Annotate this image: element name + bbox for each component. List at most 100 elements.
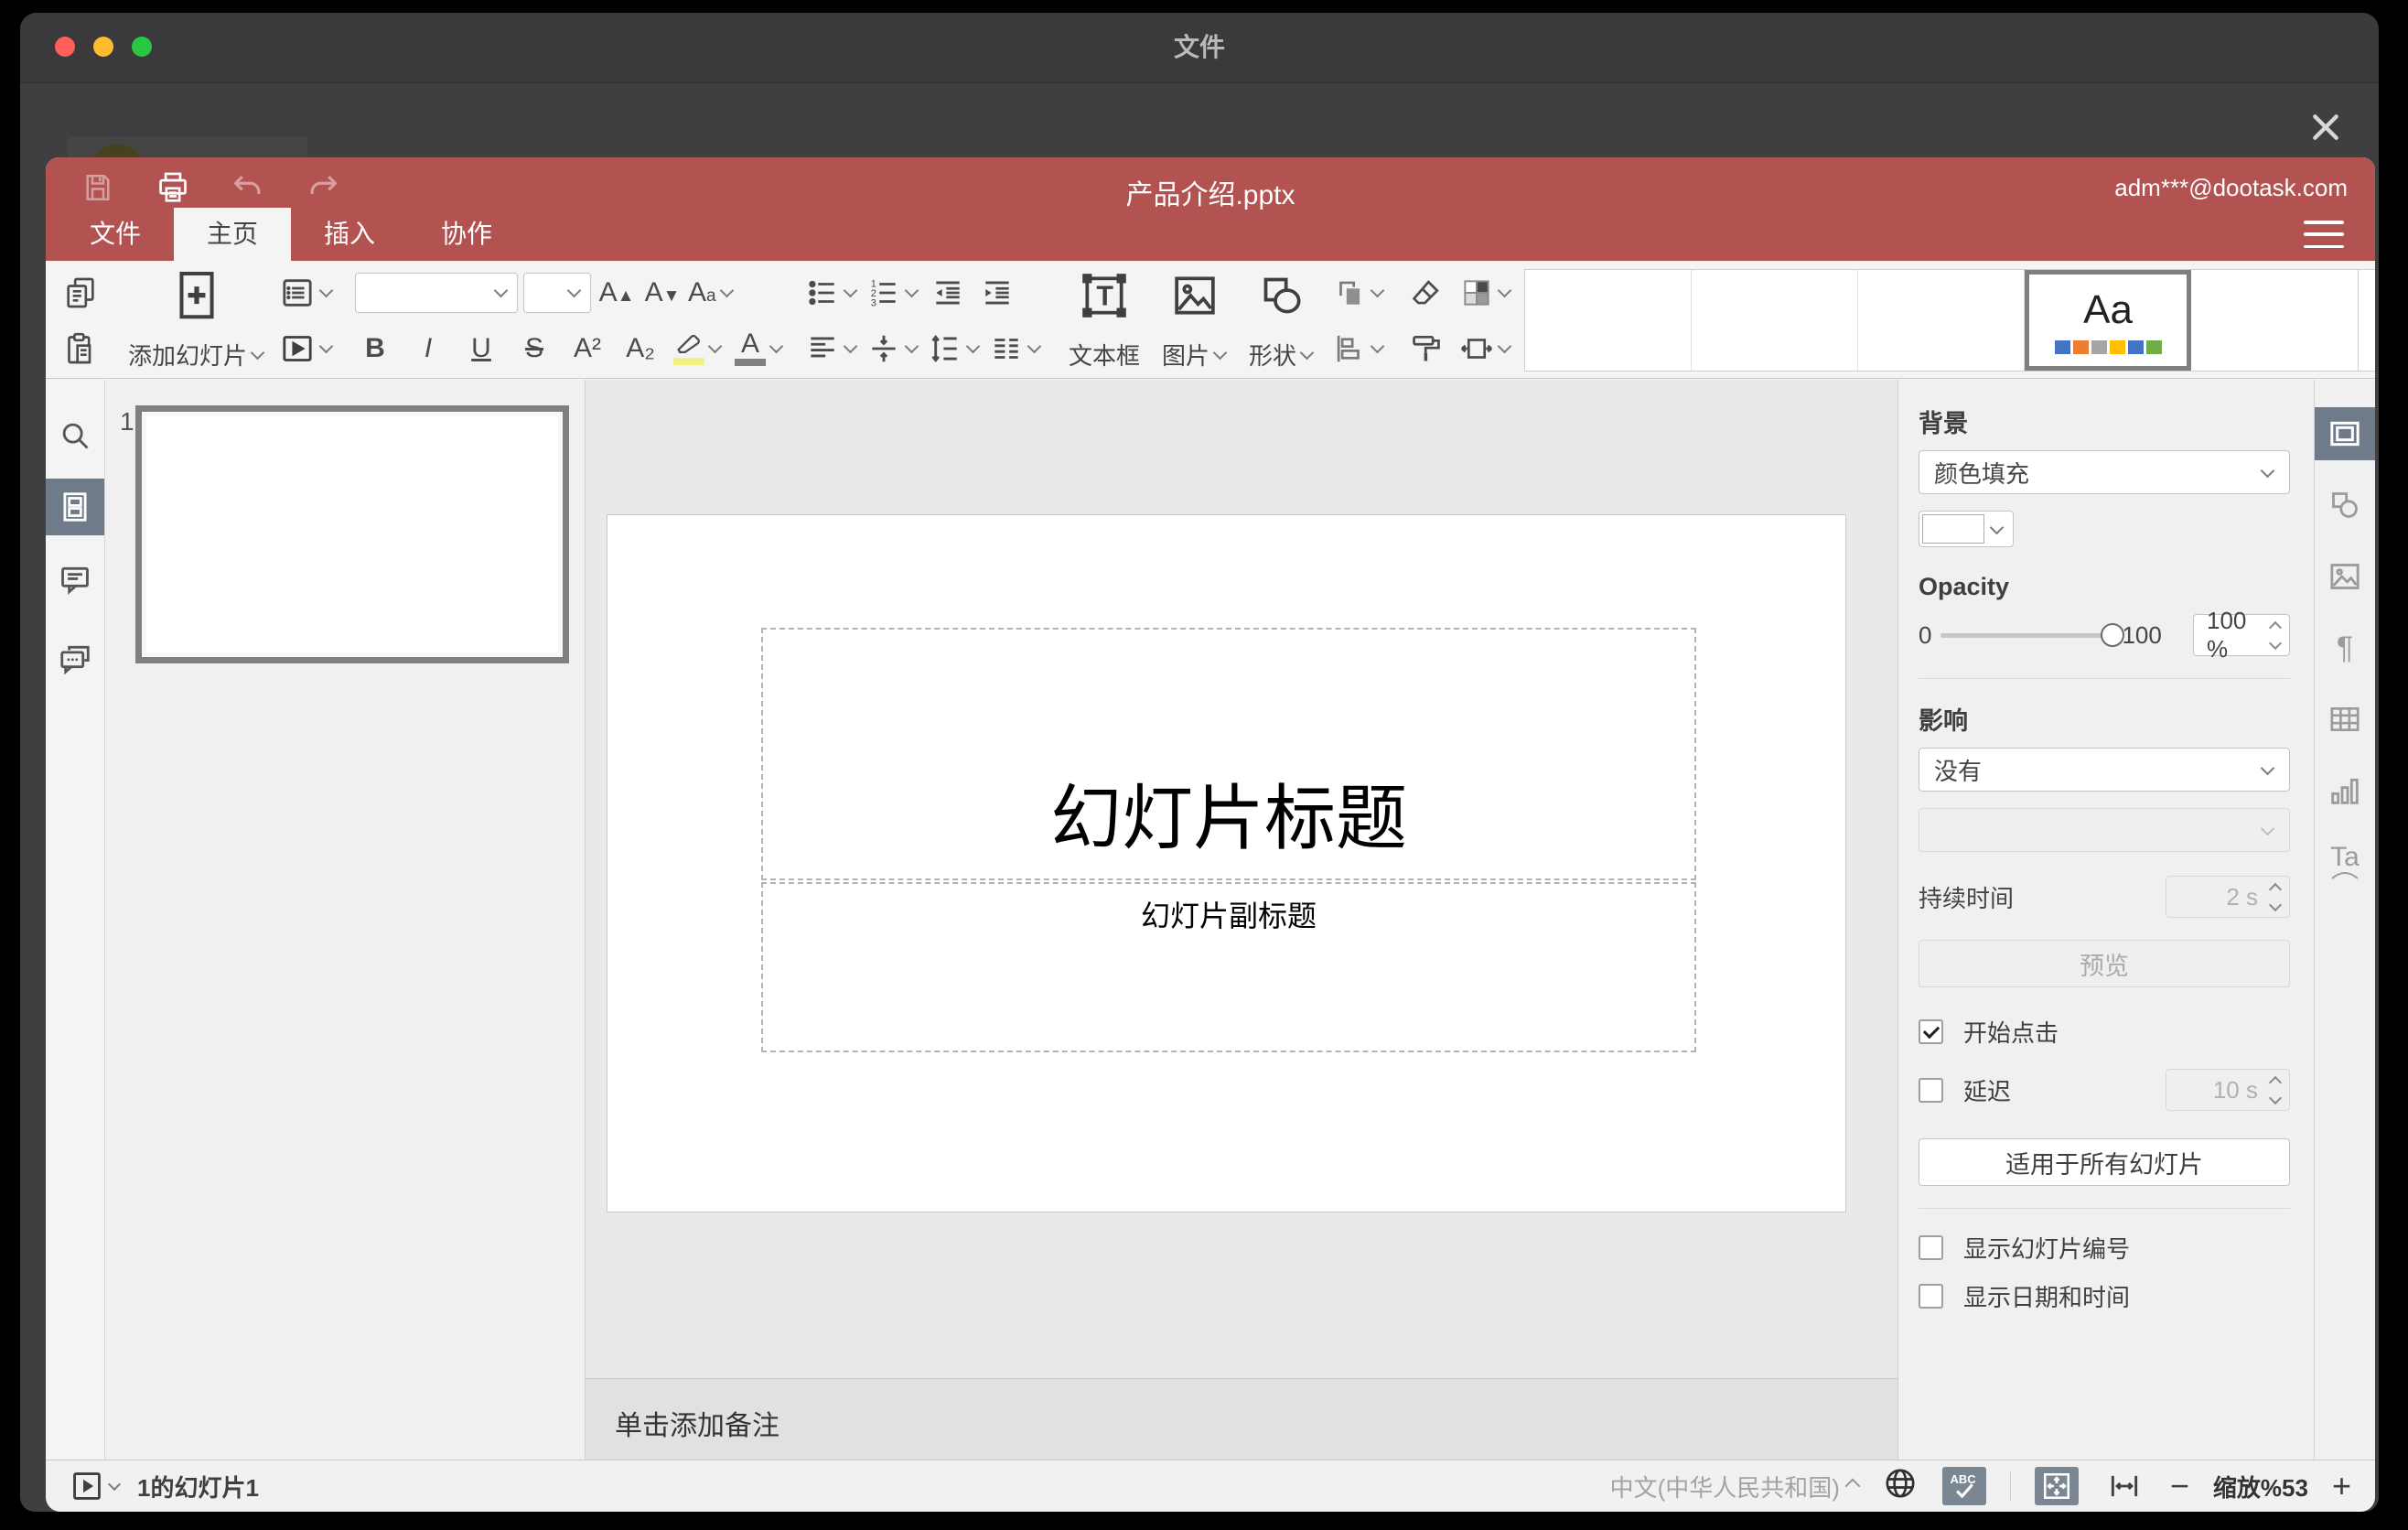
chevron-down-icon (1027, 339, 1042, 354)
columns-button[interactable] (989, 327, 1042, 371)
increase-font-button[interactable]: A▲ (597, 271, 637, 315)
insert-image-button[interactable]: 图片 (1156, 267, 1232, 373)
opacity-slider-handle[interactable] (2101, 622, 2125, 647)
paragraph-icon: ¶ (2336, 630, 2354, 665)
spinner-arrows-icon[interactable] (2268, 620, 2283, 650)
tab-home[interactable]: 主页 (174, 208, 292, 261)
show-slide-number-checkbox[interactable] (1919, 1235, 1943, 1260)
bullets-button[interactable] (805, 271, 858, 315)
effect-label: 影响 (1919, 707, 1968, 735)
add-slide-button[interactable]: 添加幻灯片 (123, 267, 270, 373)
chart-settings-button[interactable] (2315, 764, 2375, 817)
increase-indent-button[interactable] (977, 271, 1017, 315)
table-settings-button[interactable] (2315, 693, 2375, 746)
bullet-list-icon (809, 280, 834, 305)
fit-to-slide-button[interactable] (2034, 1467, 2079, 1505)
change-case-button[interactable]: Aa (688, 271, 734, 315)
opacity-spinner[interactable]: 100 % (2193, 607, 2290, 663)
theme-option-3[interactable] (1858, 270, 2026, 371)
start-slideshow-button[interactable] (279, 327, 334, 371)
decrease-indent-button[interactable] (928, 271, 968, 315)
slide[interactable]: 幻灯片标题 幻灯片副标题 (607, 514, 1846, 1212)
background-fill-select[interactable]: 颜色填充 (1919, 450, 2290, 494)
subscript-button[interactable]: A₂ (620, 327, 661, 371)
effect-select[interactable]: 没有 (1919, 748, 2290, 792)
fit-to-width-button[interactable] (2102, 1467, 2146, 1505)
font-size-combo[interactable] (523, 272, 592, 313)
opacity-slider[interactable] (1940, 622, 2125, 647)
clear-style-button[interactable] (1406, 271, 1446, 315)
align-left-icon (811, 336, 834, 357)
theme-option-selected[interactable]: Aa (2025, 270, 2192, 371)
font-name-combo[interactable] (355, 272, 519, 313)
title-placeholder[interactable]: 幻灯片标题 (761, 628, 1696, 880)
language-selector[interactable]: 中文(中华人民共和国) (1610, 1470, 1861, 1503)
horizontal-align-button[interactable] (805, 327, 858, 371)
arrange-shape-button[interactable] (1332, 271, 1385, 315)
menu-icon[interactable] (2304, 221, 2344, 248)
opacity-label: Opacity (1919, 573, 2010, 600)
theme-gallery-expand-button[interactable] (2359, 269, 2375, 372)
numbering-button[interactable]: 123 (866, 271, 919, 315)
vertical-align-button[interactable] (866, 327, 919, 371)
highlighter-icon (677, 334, 700, 354)
theme-option-5[interactable] (2191, 270, 2359, 371)
theme-option-1[interactable] (1525, 270, 1693, 371)
background-color-picker[interactable] (1919, 511, 2014, 547)
notes-area[interactable]: 单击添加备注 (586, 1378, 1897, 1460)
slide-settings-button[interactable] (2315, 407, 2375, 460)
tab-collaboration[interactable]: 协作 (408, 208, 525, 261)
copy-button[interactable] (60, 271, 101, 315)
apply-to-all-slides-button[interactable]: 适用于所有幻灯片 (1919, 1138, 2290, 1186)
comments-button[interactable] (46, 552, 104, 609)
theme-option-2[interactable] (1692, 270, 1859, 371)
chevron-down-icon (965, 339, 981, 354)
slide-layout-button[interactable] (279, 271, 334, 315)
insert-shape-button[interactable]: 形状 (1243, 267, 1319, 373)
slides-icon (63, 492, 87, 522)
insert-textbox-button[interactable]: T 文本框 (1063, 267, 1145, 373)
decrease-font-button[interactable]: A▼ (642, 271, 683, 315)
subtitle-placeholder[interactable]: 幻灯片副标题 (761, 882, 1696, 1052)
image-settings-button[interactable] (2315, 550, 2375, 603)
slide-thumbnail[interactable] (135, 405, 569, 663)
clipboard-group (60, 267, 101, 373)
bold-button[interactable]: B (355, 327, 395, 371)
shape-settings-button[interactable] (2315, 479, 2375, 532)
chevron-down-icon (566, 283, 582, 298)
tab-insert[interactable]: 插入 (291, 208, 408, 261)
start-on-click-checkbox[interactable] (1919, 1019, 1943, 1044)
slide-size-button[interactable] (1459, 327, 1512, 371)
font-color-button[interactable]: A (735, 327, 784, 371)
copy-style-button[interactable] (1406, 327, 1446, 371)
underline-button[interactable]: U (461, 327, 501, 371)
document-language-button[interactable] (1882, 1465, 1919, 1508)
color-swatch (1922, 514, 1984, 544)
paragraph-settings-button[interactable]: ¶ (2315, 621, 2375, 674)
duration-spinner: 2 s (2166, 876, 2290, 918)
tab-file[interactable]: 文件 (57, 208, 174, 261)
delay-checkbox[interactable] (1919, 1077, 1943, 1103)
zoom-in-button[interactable]: + (2332, 1470, 2351, 1503)
search-button[interactable] (46, 407, 104, 464)
align-objects-icon (1337, 335, 1360, 361)
line-spacing-button[interactable] (928, 327, 981, 371)
textart-settings-button[interactable]: Ta (2315, 835, 2375, 889)
superscript-button[interactable]: A² (567, 327, 607, 371)
zoom-out-button[interactable]: − (2170, 1470, 2189, 1503)
strikethrough-button[interactable]: S (514, 327, 554, 371)
start-slideshow-status-button[interactable] (70, 1469, 122, 1503)
italic-button[interactable]: I (408, 327, 448, 371)
add-slide-icon (178, 271, 214, 319)
chevron-down-icon (2260, 760, 2275, 775)
highlight-color-button[interactable] (673, 327, 723, 371)
close-icon[interactable] (2307, 109, 2344, 145)
slides-panel-button[interactable] (46, 479, 104, 535)
paste-button[interactable] (60, 327, 101, 371)
shade-fill-button[interactable] (1459, 271, 1512, 315)
show-date-time-checkbox[interactable] (1919, 1284, 1943, 1309)
spinner-arrows-icon (2268, 1075, 2283, 1104)
chat-button[interactable] (46, 630, 104, 687)
spell-check-button[interactable]: ABC (1941, 1467, 1986, 1505)
align-shape-button[interactable] (1332, 327, 1385, 371)
